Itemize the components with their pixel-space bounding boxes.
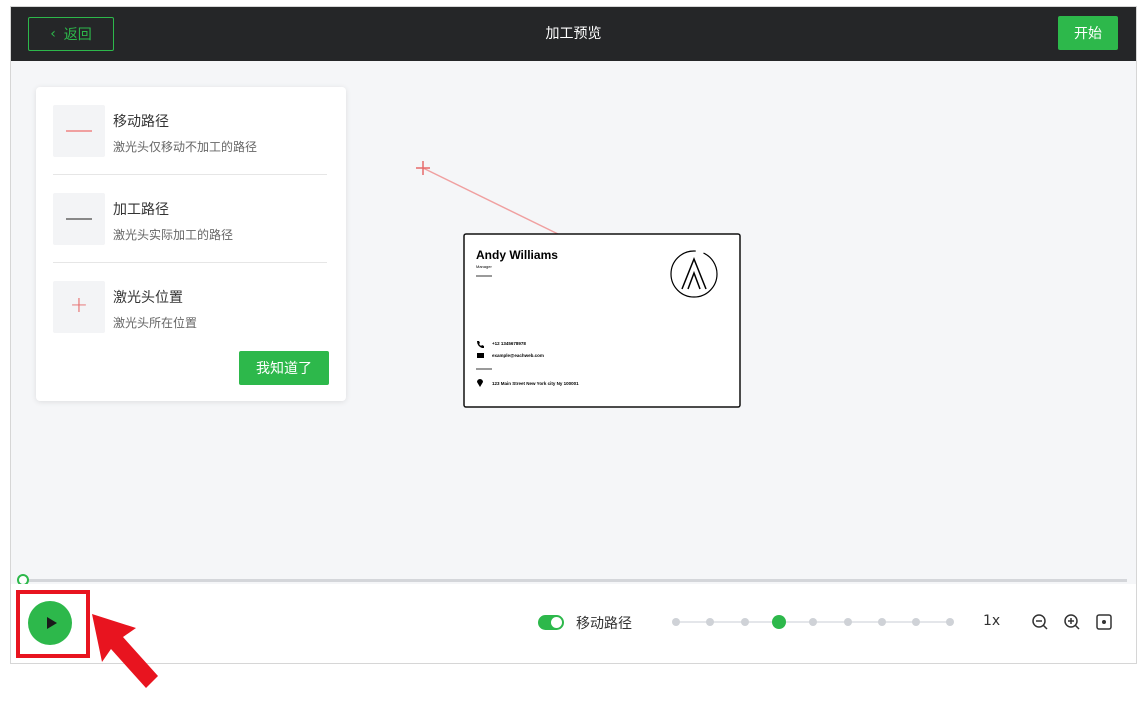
fit-screen-icon[interactable] [1095,613,1113,631]
legend-panel: 移动路径 激光头仅移动不加工的路径 加工路径 激光头实际加工的路径 + 激光头位… [36,87,346,401]
legend-item-process-path: 加工路径 激光头实际加工的路径 [53,175,327,263]
legend-item-move-path: 移动路径 激光头仅移动不加工的路径 [53,87,327,175]
legend-desc: 激光头实际加工的路径 [113,228,234,242]
card-role: Manager [476,264,492,269]
annotation-arrow-icon [92,614,158,688]
crosshair-icon: + [53,281,105,333]
playback-bar: 移动路径 1x [11,584,1136,663]
legend-desc: 激光头仅移动不加工的路径 [113,140,258,154]
email-icon [477,353,484,358]
speed-step-dot[interactable] [843,618,852,626]
speed-step-dot[interactable] [912,618,921,626]
annotation-highlight-box [16,590,90,658]
speed-step-dot[interactable] [672,618,680,626]
process-path-icon [53,193,105,245]
legend-title: 激光头位置 [113,290,183,306]
progress-track[interactable] [23,579,1127,582]
laser-head-marker [416,161,430,175]
speed-step-dot[interactable] [809,618,818,626]
card-name: Andy Williams [476,248,558,262]
legend-title: 移动路径 [113,114,169,130]
move-path-toggle[interactable] [538,615,564,630]
got-it-button[interactable]: 我知道了 [239,351,329,385]
move-path-icon [53,105,105,157]
card-phone: +12 1345678978 [492,341,526,346]
zoom-in-icon[interactable] [1063,613,1081,631]
speed-step-dot[interactable] [706,618,715,626]
move-path-toggle-label: 移动路径 [576,616,632,632]
app-window: ‹ 返回 加工预览 开始 Andy Williams Manager +12 1… [10,6,1137,664]
speed-step-dot[interactable] [877,618,886,626]
speed-step-dot[interactable] [740,618,749,626]
speed-step-dot[interactable] [946,618,955,626]
card-email: example@eachweb.com [492,353,544,358]
zoom-out-icon[interactable] [1031,613,1049,631]
legend-item-laser-position: + 激光头位置 激光头所在位置 [53,263,327,351]
legend-desc: 激光头所在位置 [113,316,198,330]
speed-label: 1x [983,613,1001,629]
business-card[interactable]: Andy Williams Manager +12 1345678978 exa… [463,233,741,408]
move-path-line [422,167,559,235]
speed-slider-handle[interactable] [771,615,786,629]
card-address: 123 Main Street New York city Ny 100001 [492,381,579,386]
legend-title: 加工路径 [113,202,169,218]
